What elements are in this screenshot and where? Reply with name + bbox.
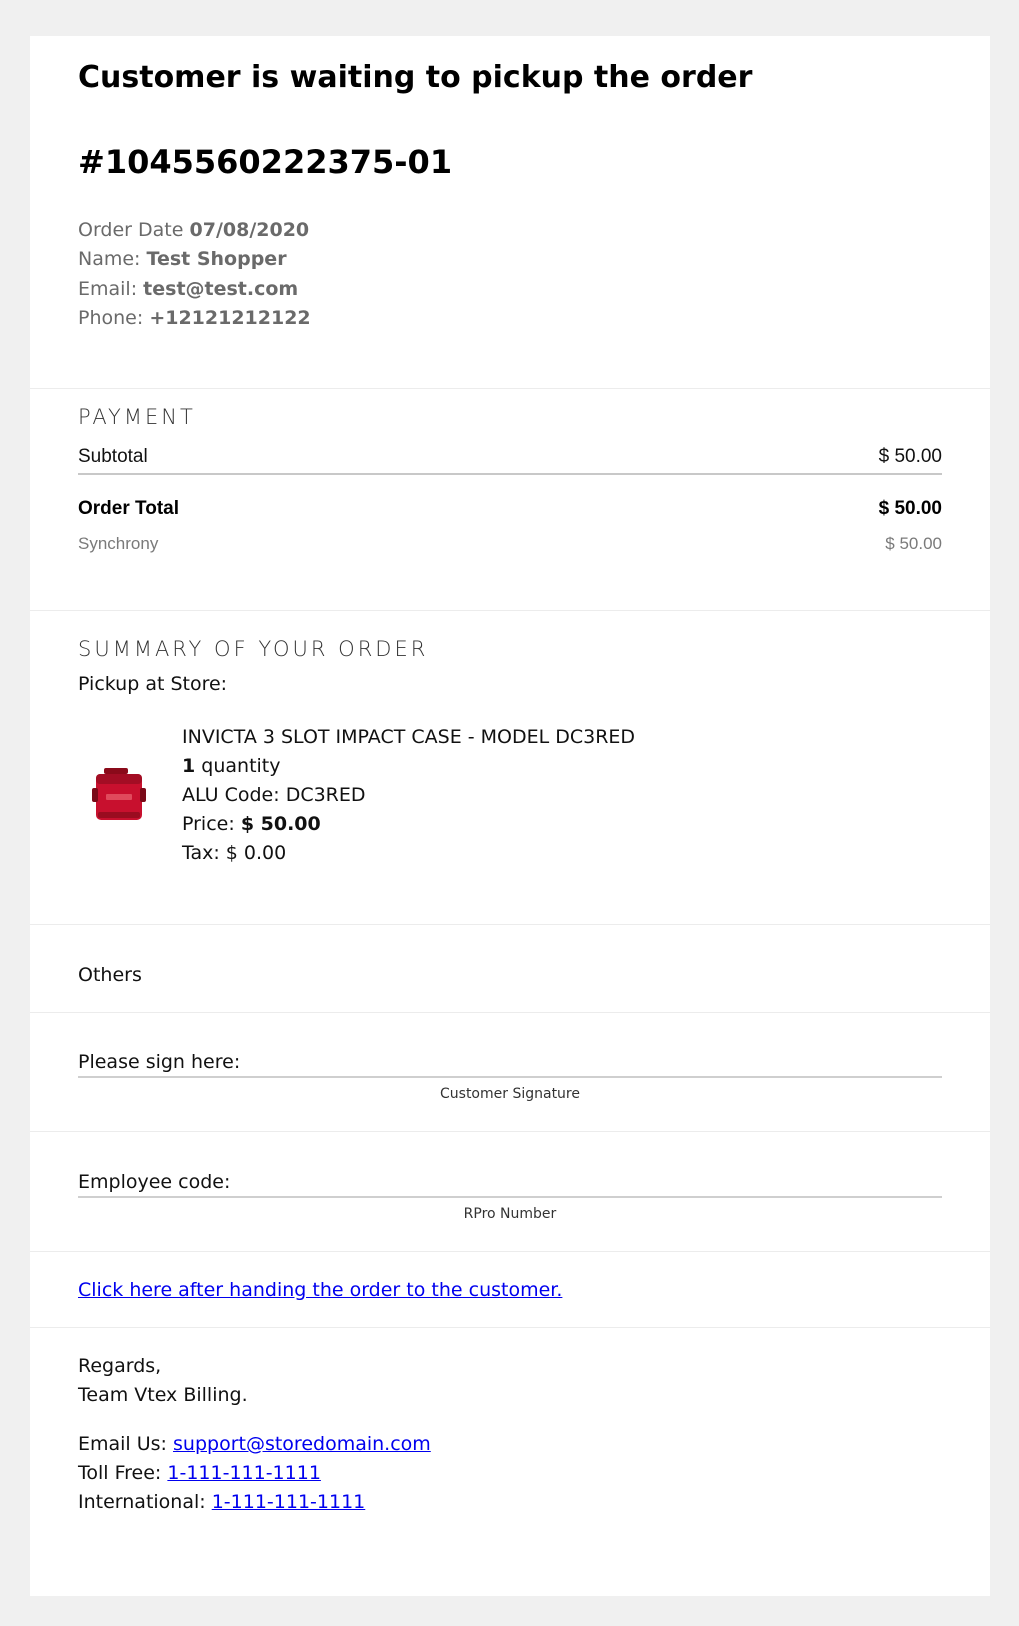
team-text: Team Vtex Billing. [78,1384,248,1406]
payment-heading: PAYMENT [78,405,196,429]
item-price: $ 50.00 [240,813,321,835]
regards-text: Regards, [78,1355,162,1377]
employee-code-label: Employee code: [78,1171,231,1193]
item-quantity-suffix: quantity [201,755,281,777]
item-tax-line: Tax: $ 0.00 [182,842,286,864]
customer-name-line: Name: Test Shopper [78,248,287,270]
handoff-line: Click here after handing the order to th… [78,1279,562,1301]
item-price-line: Price: $ 50.00 [182,813,321,835]
order-total-label: Order Total [78,498,179,519]
item-name: INVICTA 3 SLOT IMPACT CASE - MODEL DC3RE… [182,726,636,748]
contact-email-label: Email Us: [78,1433,167,1455]
customer-email-label: Email: [78,278,138,300]
toll-free-line: Toll Free: 1-111-111-1111 [78,1462,321,1484]
item-alu-label: ALU Code: [182,784,280,806]
subtotal-value: $ 50.00 [878,446,942,467]
employee-code-caption: RPro Number [463,1206,557,1222]
item-quantity: 1 [182,755,196,777]
employee-code-field[interactable] [78,1196,942,1198]
divider [30,1327,990,1328]
order-number: #1045560222375-01 [78,143,453,181]
customer-email-line: Email: test@test.com [78,278,298,300]
customer-phone-label: Phone: [78,307,144,329]
item-alu-code: DC3RED [285,784,366,806]
customer-name-label: Name: [78,248,141,270]
customer-email-value: test@test.com [143,278,299,300]
item-tax-label: Tax: [182,842,220,864]
signature-caption: Customer Signature [440,1086,580,1102]
customer-phone-value: +12121212122 [149,307,311,329]
subtotal-label: Subtotal [78,446,148,467]
payment-method-value: $ 50.00 [885,534,942,553]
red-impact-case-image [92,768,146,820]
international-link[interactable]: 1-111-111-1111 [212,1491,366,1513]
customer-name-value: Test Shopper [146,248,287,270]
email-card: Customer is waiting to pickup the order … [30,36,990,1596]
page-title: Customer is waiting to pickup the order [78,60,753,95]
divider [30,924,990,925]
signature-label: Please sign here: [78,1051,241,1073]
item-quantity-line: 1 quantity [182,755,281,777]
item-tax: $ 0.00 [225,842,287,864]
toll-free-link[interactable]: 1-111-111-1111 [167,1462,321,1484]
divider [30,1012,990,1013]
item-price-label: Price: [182,813,235,835]
divider [30,388,990,389]
summary-heading: SUMMARY OF YOUR ORDER [78,637,429,661]
subtotal-rule [78,473,942,475]
order-date-line: Order Date 07/08/2020 [78,219,309,241]
pickup-label: Pickup at Store: [78,673,228,695]
item-alu-line: ALU Code: DC3RED [182,784,366,806]
international-line: International: 1-111-111-1111 [78,1491,365,1513]
contact-email-link[interactable]: support@storedomain.com [173,1433,431,1455]
customer-phone-line: Phone: +12121212122 [78,307,311,329]
divider [30,610,990,611]
order-total-value: $ 50.00 [878,498,942,519]
order-date-value: 07/08/2020 [189,219,310,241]
signature-field[interactable] [78,1076,942,1078]
others-label: Others [78,964,142,986]
divider [30,1251,990,1252]
payment-method-label: Synchrony [78,534,159,553]
divider [30,1131,990,1132]
handoff-link[interactable]: Click here after handing the order to th… [78,1279,562,1301]
order-date-label: Order Date [78,219,184,241]
contact-email-line: Email Us: support@storedomain.com [78,1433,431,1455]
toll-free-label: Toll Free: [78,1462,162,1484]
international-label: International: [78,1491,206,1513]
